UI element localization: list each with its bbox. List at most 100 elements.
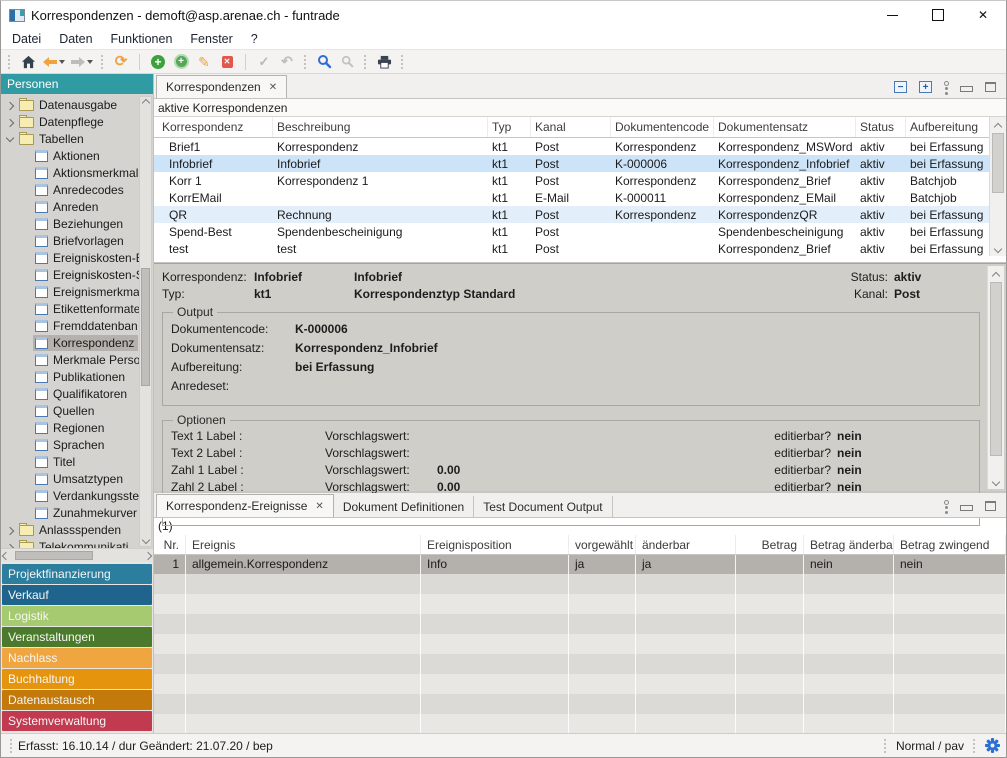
column-header[interactable]: Aufbereitung — [906, 117, 991, 137]
menu-item-datei[interactable]: Datei — [3, 30, 50, 48]
confirm-icon[interactable]: ✓ — [255, 52, 273, 71]
column-header[interactable]: Betrag zwingend — [894, 535, 1006, 554]
tree-item[interactable]: Fremddatenban — [1, 317, 153, 334]
forward-icon[interactable] — [70, 52, 93, 71]
sidebar-category-veranstaltungen[interactable]: Veranstaltungen — [2, 627, 152, 647]
sidebar-category-projektfinanzierung[interactable]: Projektfinanzierung — [2, 564, 152, 584]
maximize-icon[interactable] — [932, 9, 944, 21]
edit-record-icon[interactable]: ✎ — [195, 52, 213, 71]
scrollbar-thumb[interactable] — [15, 551, 93, 560]
tree-item[interactable]: Titel — [1, 453, 153, 470]
tree-item[interactable]: Telekommunikati — [1, 538, 153, 548]
column-header[interactable]: Ereignisposition — [421, 535, 569, 554]
scrollbar-thumb[interactable] — [990, 282, 1002, 456]
table-vertical-scrollbar[interactable] — [989, 117, 1006, 256]
table-row[interactable]: Brief1Korrespondenzkt1PostKorrespondenzK… — [154, 138, 1006, 155]
column-header[interactable]: Status — [856, 117, 906, 137]
sidebar-category-verkauf[interactable]: Verkauf — [2, 585, 152, 605]
tab-close-icon[interactable]: ✕ — [269, 82, 277, 93]
filter-label[interactable]: aktive Korrespondenzen — [154, 99, 1006, 117]
sidebar-category-systemverwaltung[interactable]: Systemverwaltung — [2, 711, 152, 731]
sidebar-category-nachlass[interactable]: Nachlass — [2, 648, 152, 668]
collapse-all-icon[interactable]: − — [894, 81, 907, 93]
chevron-down-icon[interactable] — [5, 132, 17, 146]
tree-item[interactable]: Ereigniskosten-B — [1, 249, 153, 266]
scroll-left-icon[interactable] — [2, 551, 10, 559]
panel-menu-icon[interactable] — [944, 499, 948, 513]
tab-test-document-output[interactable]: Test Document Output — [474, 496, 612, 517]
scrollbar-thumb[interactable] — [141, 268, 150, 387]
expand-all-icon[interactable]: + — [919, 81, 932, 93]
tree-horizontal-scrollbar[interactable] — [1, 548, 153, 562]
tree-item[interactable]: Ereigniskosten-S — [1, 266, 153, 283]
tree-item[interactable]: Zunahmekurver — [1, 504, 153, 521]
tree-item[interactable]: Ereignismerkma — [1, 283, 153, 300]
column-header[interactable]: Beschreibung — [273, 117, 488, 137]
forward-dropdown-icon[interactable] — [87, 60, 93, 64]
refresh-icon[interactable]: ⟳ — [112, 52, 130, 71]
table-row[interactable]: KorrEMailkt1E-MailK-000011Korrespondenz_… — [154, 189, 1006, 206]
tab-korrespondenzen[interactable]: Korrespondenzen ✕ — [156, 75, 287, 98]
scroll-down-icon[interactable] — [994, 245, 1002, 253]
table-row[interactable]: InfobriefInfobriefkt1PostK-000006Korresp… — [154, 155, 1006, 172]
print-icon[interactable] — [375, 52, 393, 71]
scrollbar-thumb[interactable] — [992, 133, 1004, 193]
tree-item[interactable]: Anredecodes — [1, 181, 153, 198]
tree-item[interactable]: Korrespondenz — [1, 334, 153, 351]
column-header[interactable]: vorgewählt — [569, 535, 636, 554]
column-header[interactable]: änderbar — [636, 535, 736, 554]
tree-item[interactable]: Tabellen — [1, 130, 153, 147]
tree-item[interactable]: Aktionsmerkmal — [1, 164, 153, 181]
home-icon[interactable] — [19, 52, 37, 71]
scroll-up-icon[interactable] — [992, 272, 1000, 280]
tree-item[interactable]: Anlassspenden — [1, 521, 153, 538]
tree-item[interactable]: Merkmale Perso — [1, 351, 153, 368]
minimize-icon[interactable] — [887, 15, 898, 16]
tab-korrespondenz-ereignisse[interactable]: Korrespondenz-Ereignisse ✕ — [156, 494, 334, 517]
scroll-up-icon[interactable] — [994, 123, 1002, 131]
tree-item[interactable]: Etikettenformate — [1, 300, 153, 317]
add-copy-record-icon[interactable]: + — [174, 54, 189, 69]
tree-vertical-scrollbar[interactable] — [139, 96, 152, 547]
tab-close-icon[interactable]: ✕ — [315, 501, 323, 512]
panel-minimize-icon[interactable] — [960, 505, 973, 511]
search-icon[interactable] — [315, 52, 333, 71]
column-header[interactable]: Typ — [488, 117, 531, 137]
tree-item[interactable]: Regionen — [1, 419, 153, 436]
tree-item[interactable]: Umsatztypen — [1, 470, 153, 487]
tab-dokument-definitionen[interactable]: Dokument Definitionen — [334, 496, 474, 517]
table-row[interactable]: Spend-BestSpendenbescheinigungkt1PostSpe… — [154, 223, 1006, 240]
scroll-down-icon[interactable] — [141, 536, 149, 544]
tree-item[interactable]: Qualifikatoren — [1, 385, 153, 402]
sidebar-category-logistik[interactable]: Logistik — [2, 606, 152, 626]
tree-item[interactable]: Quellen — [1, 402, 153, 419]
back-dropdown-icon[interactable] — [59, 60, 65, 64]
table-row[interactable]: Korr 1Korrespondenz 1kt1PostKorresponden… — [154, 172, 1006, 189]
panel-minimize-icon[interactable] — [960, 86, 973, 92]
scroll-down-icon[interactable] — [992, 478, 1000, 486]
column-header[interactable]: Korrespondenzˆ — [154, 117, 273, 137]
delete-record-icon[interactable]: ✕ — [222, 56, 233, 68]
column-header[interactable]: Dokumentencode — [611, 117, 714, 137]
back-icon[interactable] — [42, 52, 65, 71]
column-header[interactable]: Nr.ˆ — [154, 535, 186, 554]
tree-item[interactable]: Datenpflege — [1, 113, 153, 130]
close-icon[interactable]: ✕ — [978, 9, 988, 21]
tree-item[interactable]: Publikationen — [1, 368, 153, 385]
sidebar-header-personen[interactable]: Personen — [1, 74, 153, 94]
column-header[interactable]: Betrag — [736, 535, 804, 554]
column-header[interactable]: Dokumentensatz — [714, 117, 856, 137]
settings-gear-icon[interactable] — [985, 738, 1000, 753]
column-header[interactable]: Ereignis — [186, 535, 421, 554]
menu-item-daten[interactable]: Daten — [50, 30, 101, 48]
sidebar-category-datenaustausch[interactable]: Datenaustausch — [2, 690, 152, 710]
detail-vertical-scrollbar[interactable] — [987, 266, 1004, 489]
tree-item[interactable]: Anreden — [1, 198, 153, 215]
tree-item[interactable]: Datenausgabe — [1, 96, 153, 113]
chevron-right-icon[interactable] — [5, 523, 17, 537]
scroll-up-icon[interactable] — [141, 99, 149, 107]
tree-item[interactable]: Aktionen — [1, 147, 153, 164]
panel-maximize-icon[interactable] — [985, 501, 996, 511]
table-row[interactable]: QRRechnungkt1PostKorrespondenzKorrespond… — [154, 206, 1006, 223]
chevron-right-icon[interactable] — [5, 115, 17, 129]
